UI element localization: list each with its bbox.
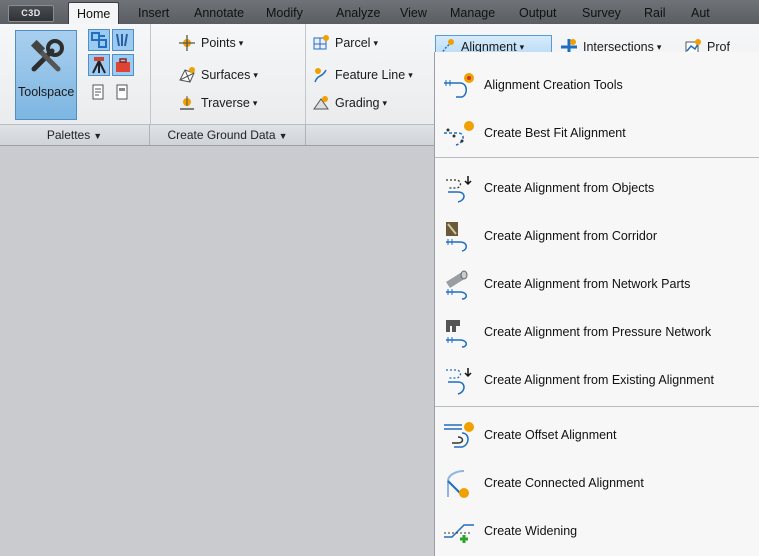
toolbox-icon (116, 58, 130, 72)
tab-output[interactable]: Output (511, 5, 565, 24)
menu-item-create-alignment-from-existing-alignment[interactable]: Create Alignment from Existing Alignment (435, 358, 759, 402)
tab-analyze[interactable]: Analyze (328, 5, 388, 24)
tab-insert[interactable]: Insert (130, 5, 177, 24)
surfaces-button[interactable]: Surfaces ▾ (178, 64, 258, 86)
menu-separator (435, 157, 759, 158)
palettes-panel-title[interactable]: Palettes ▼ (0, 124, 150, 145)
settings-button[interactable] (112, 29, 134, 51)
toolspace-button[interactable]: Toolspace (15, 30, 77, 120)
tab-rail[interactable]: Rail (636, 5, 674, 24)
traverse-icon (180, 96, 194, 110)
menu-item-create-best-fit-alignment[interactable]: Create Best Fit Alignment (435, 111, 759, 155)
document-icon (116, 84, 128, 100)
menu-separator (435, 406, 759, 407)
chevron-down-icon: ▼ (93, 131, 103, 141)
tab-modify[interactable]: Modify (258, 5, 311, 24)
best-fit-alignment-icon (444, 121, 474, 146)
tab-home[interactable]: Home (68, 2, 120, 25)
prospector-icon (91, 32, 107, 48)
application-menu-button[interactable]: C3D (8, 5, 54, 22)
menu-item-alignment-creation-tools[interactable]: Alignment Creation Tools (435, 63, 759, 107)
chevron-down-icon: ▾ (382, 98, 388, 108)
survey-tripod-icon (92, 57, 106, 74)
parcel-icon (313, 35, 329, 50)
palettes-panel: Toolspace (0, 24, 151, 124)
chevron-down-icon: ▾ (373, 38, 378, 48)
create-ground-data-panel-title[interactable]: Create Ground Data ▼ (150, 124, 306, 145)
alignment-creation-tools-icon (444, 73, 474, 98)
settings-icon (116, 33, 128, 47)
alignment-from-objects-icon (446, 176, 472, 203)
toolspace-label: Toolspace (18, 85, 75, 99)
tab-view[interactable]: View (392, 5, 435, 24)
tab-more[interactable]: Aut (683, 5, 718, 24)
survey-button[interactable] (88, 54, 110, 76)
points-button[interactable]: Points ▾ (178, 32, 243, 54)
chevron-down-icon: ▼ (278, 131, 288, 141)
traverse-button[interactable]: Traverse ▾ (178, 92, 257, 114)
chevron-down-icon: ▾ (253, 70, 258, 80)
feature-line-button[interactable]: Feature Line ▾ (312, 64, 413, 86)
data-button[interactable] (112, 82, 134, 104)
properties-icon (92, 84, 104, 100)
connected-alignment-icon (447, 470, 469, 498)
widening-icon (444, 524, 474, 543)
prospector-button[interactable] (88, 29, 110, 51)
tab-manage[interactable]: Manage (442, 5, 503, 24)
chevron-down-icon: ▾ (252, 98, 258, 108)
alignment-from-network-parts-icon (446, 270, 468, 300)
points-icon (179, 35, 195, 51)
menu-item-create-offset-alignment[interactable]: Create Offset Alignment (435, 413, 759, 457)
grading-button[interactable]: Grading ▾ (312, 92, 387, 114)
toolbox-button[interactable] (112, 54, 134, 76)
menu-item-create-connected-alignment[interactable]: Create Connected Alignment (435, 461, 759, 505)
menu-item-create-alignment-from-pressure-network[interactable]: Create Alignment from Pressure Network (435, 310, 759, 354)
feature-line-icon (314, 68, 327, 83)
menu-item-create-alignment-from-corridor[interactable]: Create Alignment from Corridor (435, 214, 759, 258)
create-ground-data-panel: Points ▾ Surfaces ▾ Traverse ▾ (150, 24, 306, 124)
alignment-from-corridor-icon (446, 222, 467, 252)
create-design-panel-title (306, 124, 435, 145)
chevron-down-icon: ▾ (408, 70, 413, 80)
properties-button[interactable] (88, 82, 110, 104)
ribbon-tab-bar: C3D Home Insert Annotate Modify Analyze … (0, 0, 759, 25)
menu-item-create-alignment-from-objects[interactable]: Create Alignment from Objects (435, 166, 759, 210)
tab-annotate[interactable]: Annotate (186, 5, 252, 24)
create-design-panel: Parcel ▾ Feature Line ▾ Grading ▾ (306, 24, 434, 124)
grading-icon (313, 96, 329, 110)
alignment-from-existing-alignment-icon (446, 368, 472, 395)
alignment-dropdown-menu: Alignment Creation Tools Create Best Fit… (434, 52, 759, 556)
offset-alignment-icon (444, 422, 474, 448)
chevron-down-icon: ▾ (238, 38, 244, 48)
menu-item-create-widening[interactable]: Create Widening (435, 509, 759, 553)
tab-survey[interactable]: Survey (574, 5, 629, 24)
alignment-from-pressure-network-icon (446, 320, 467, 348)
menu-item-create-alignment-from-network-parts[interactable]: Create Alignment from Network Parts (435, 262, 759, 306)
surfaces-icon (179, 67, 195, 83)
parcel-button[interactable]: Parcel ▾ (312, 32, 378, 54)
toolspace-icon (30, 39, 64, 72)
